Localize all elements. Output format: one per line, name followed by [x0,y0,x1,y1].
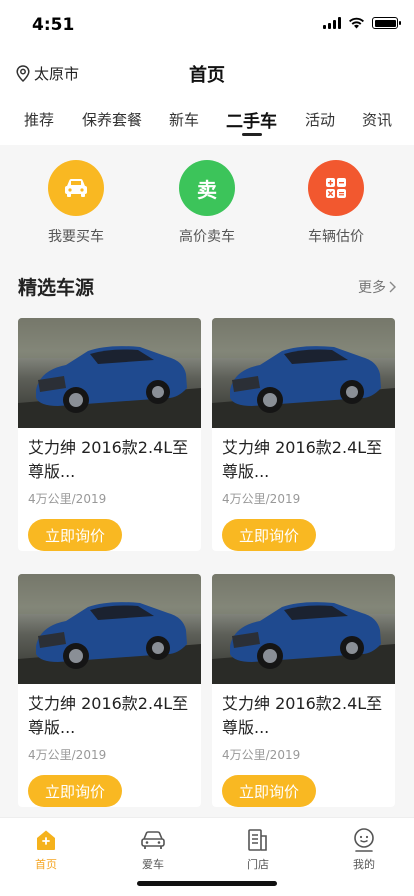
nav-bar: 太原市 首页 [0,50,414,95]
car-mileage-year: 4万公里/2019 [28,492,107,506]
bottom-tab-home[interactable]: 首页 [6,826,86,872]
inquire-button[interactable]: 立即询价 [28,775,122,807]
car-mileage-year: 4万公里/2019 [222,492,301,506]
profile-icon [324,826,404,854]
car-valuation-button[interactable]: 车辆估价 [276,160,396,246]
car-name: 艾力绅 2016款2.4L至尊版... [222,438,383,481]
status-time: 4:51 [32,15,75,35]
cellular-signal-icon [323,17,341,29]
inquire-button[interactable]: 立即询价 [222,775,316,807]
more-label: 更多 [358,280,386,296]
bottom-tab-label: 爱车 [142,858,164,871]
quick-actions: 我要买车 卖 高价卖车 车辆估价 [0,145,414,255]
tab-new-car[interactable]: 新车 [169,109,199,130]
sell-car-button[interactable]: 卖 高价卖车 [147,160,267,246]
more-link[interactable]: 更多 [358,277,396,297]
status-bar: 4:51 [0,0,414,50]
wifi-icon [349,17,364,29]
car-icon [113,826,193,854]
buy-car-button[interactable]: 我要买车 [16,160,136,246]
section-title: 精选车源 [18,277,95,299]
bottom-tab-label: 门店 [247,858,269,871]
car-photo [212,318,395,428]
tab-used-car[interactable]: 二手车 [226,107,277,136]
tab-label: 保养套餐 [82,111,143,129]
car-card[interactable]: 艾力绅 2016款2.4L至尊版... 4万公里/2019 立即询价 [18,574,201,807]
car-card[interactable]: 艾力绅 2016款2.4L至尊版... 4万公里/2019 立即询价 [18,318,201,551]
tab-label: 资讯 [362,111,393,129]
active-tab-indicator [241,133,262,136]
bottom-tab-my-car[interactable]: 爱车 [113,826,193,872]
home-icon [6,826,86,854]
car-valuation-label: 车辆估价 [308,229,364,245]
car-name: 艾力绅 2016款2.4L至尊版... [222,694,383,737]
tab-activity[interactable]: 活动 [305,109,335,130]
tab-label: 活动 [305,111,336,129]
car-name: 艾力绅 2016款2.4L至尊版... [28,694,189,737]
status-icons [323,17,401,29]
battery-icon [372,17,401,29]
car-photo [18,318,201,428]
buy-car-label: 我要买车 [48,229,104,245]
bottom-tab-profile[interactable]: 我的 [324,826,404,872]
inquire-button[interactable]: 立即询价 [222,519,316,551]
store-icon [218,826,298,854]
featured-section-header: 精选车源 更多 [0,268,414,304]
car-card[interactable]: 艾力绅 2016款2.4L至尊版... 4万公里/2019 立即询价 [212,574,395,807]
car-photo [18,574,201,684]
car-mileage-year: 4万公里/2019 [28,748,107,762]
tab-label: 新车 [169,111,200,129]
tab-news[interactable]: 资讯 [362,109,392,130]
tab-maintenance-package[interactable]: 保养套餐 [82,109,142,130]
bottom-tab-label: 首页 [35,858,57,871]
sell-icon: 卖 [179,160,235,216]
category-tabs: 推荐 保养套餐 新车 二手车 活动 资讯 [0,95,414,145]
bottom-tab-label: 我的 [353,858,375,871]
tab-label: 二手车 [226,112,277,132]
bottom-tab-store[interactable]: 门店 [218,826,298,872]
home-indicator [137,881,277,886]
inquire-button[interactable]: 立即询价 [28,519,122,551]
car-mileage-year: 4万公里/2019 [222,748,301,762]
sell-car-label: 高价卖车 [179,229,235,245]
page-title: 首页 [189,65,225,86]
car-card[interactable]: 艾力绅 2016款2.4L至尊版... 4万公里/2019 立即询价 [212,318,395,551]
tab-recommend[interactable]: 推荐 [24,109,54,130]
car-icon [48,160,104,216]
car-photo [212,574,395,684]
calculator-icon [308,160,364,216]
tab-label: 推荐 [24,111,55,129]
car-name: 艾力绅 2016款2.4L至尊版... [28,438,189,481]
chevron-right-icon [389,281,396,293]
